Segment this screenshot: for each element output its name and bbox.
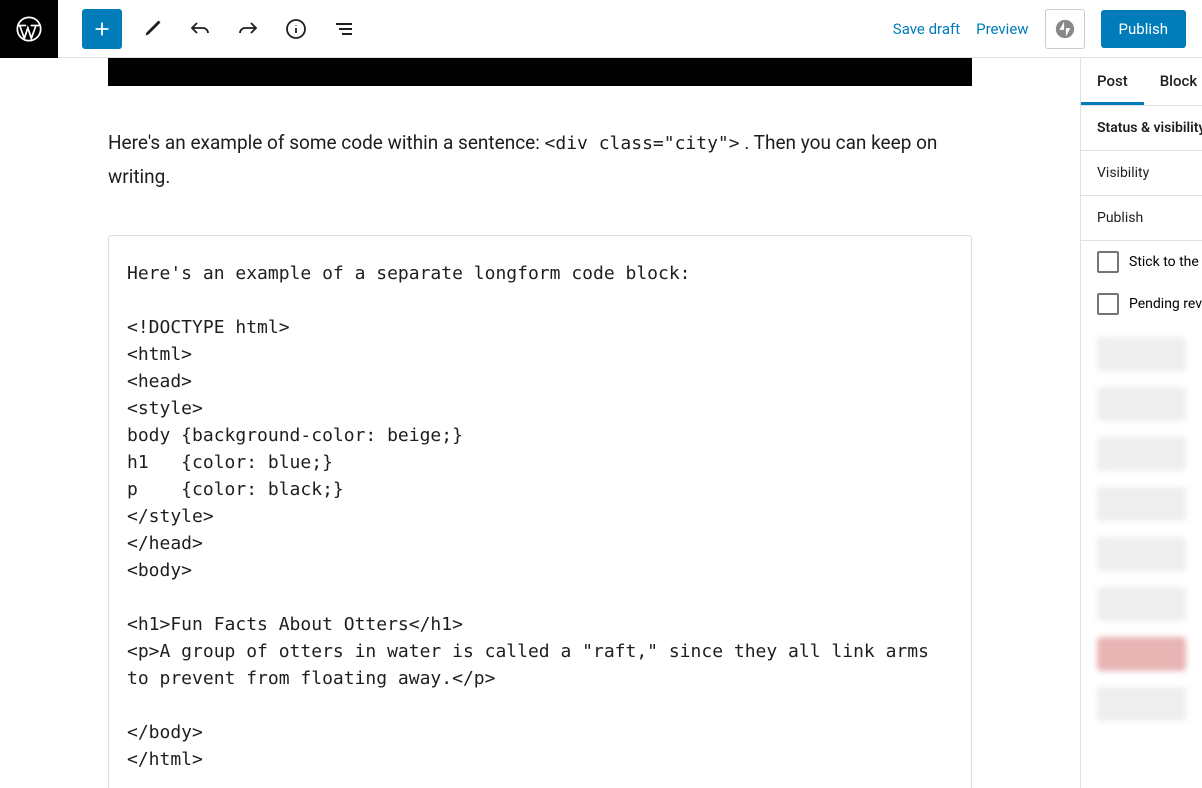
- bolt-icon: [1054, 18, 1076, 40]
- blur-item: [1097, 537, 1186, 571]
- top-toolbar: Save draft Preview Publish: [0, 0, 1202, 58]
- blur-item: [1097, 637, 1186, 671]
- pencil-icon: [140, 17, 164, 41]
- jetpack-button[interactable]: [1045, 9, 1085, 49]
- toolbar-left: [58, 9, 362, 49]
- code-block[interactable]: Here's an example of a separate longform…: [108, 235, 972, 788]
- preview-button[interactable]: Preview: [976, 20, 1028, 38]
- undo-button[interactable]: [182, 11, 218, 47]
- panel-status-visibility[interactable]: Status & visibility: [1081, 106, 1202, 151]
- blur-item: [1097, 437, 1186, 471]
- paragraph-block[interactable]: Here's an example of some code within a …: [108, 126, 972, 195]
- panel-visibility[interactable]: Visibility: [1081, 151, 1202, 196]
- main-area: Here's an example of some code within a …: [0, 58, 1202, 788]
- blur-item: [1097, 387, 1186, 421]
- info-button[interactable]: [278, 11, 314, 47]
- publish-button[interactable]: Publish: [1101, 10, 1186, 48]
- pending-checkbox[interactable]: [1097, 293, 1119, 315]
- tab-post[interactable]: Post: [1081, 58, 1144, 105]
- blur-item: [1097, 587, 1186, 621]
- stick-to-top-row[interactable]: Stick to the top: [1081, 241, 1202, 283]
- add-block-button[interactable]: [82, 9, 122, 49]
- sidebar-tabs: Post Block: [1081, 58, 1202, 106]
- tools-button[interactable]: [134, 11, 170, 47]
- info-icon: [284, 17, 308, 41]
- undo-icon: [188, 17, 212, 41]
- wordpress-icon: [15, 15, 43, 43]
- blur-item: [1097, 337, 1186, 371]
- plus-icon: [91, 18, 113, 40]
- pending-review-row[interactable]: Pending review: [1081, 283, 1202, 325]
- toolbar-right: Save draft Preview Publish: [893, 9, 1202, 49]
- editor-canvas[interactable]: Here's an example of some code within a …: [0, 58, 1080, 788]
- blurred-panels: [1081, 325, 1202, 749]
- redo-button[interactable]: [230, 11, 266, 47]
- panel-publish[interactable]: Publish: [1081, 196, 1202, 241]
- inline-code: <div class="city">: [545, 133, 740, 154]
- stick-label: Stick to the top: [1129, 254, 1202, 270]
- paragraph-text-before: Here's an example of some code within a …: [108, 131, 545, 154]
- settings-sidebar: Post Block Status & visibility Visibilit…: [1080, 58, 1202, 788]
- title-block[interactable]: [108, 58, 972, 86]
- tab-block[interactable]: Block: [1144, 58, 1202, 105]
- pending-label: Pending review: [1129, 296, 1202, 312]
- blur-item: [1097, 687, 1186, 721]
- outline-icon: [332, 17, 356, 41]
- wordpress-logo[interactable]: [0, 0, 58, 58]
- stick-checkbox[interactable]: [1097, 251, 1119, 273]
- blur-item: [1097, 487, 1186, 521]
- outline-button[interactable]: [326, 11, 362, 47]
- save-draft-button[interactable]: Save draft: [893, 20, 960, 38]
- redo-icon: [236, 17, 260, 41]
